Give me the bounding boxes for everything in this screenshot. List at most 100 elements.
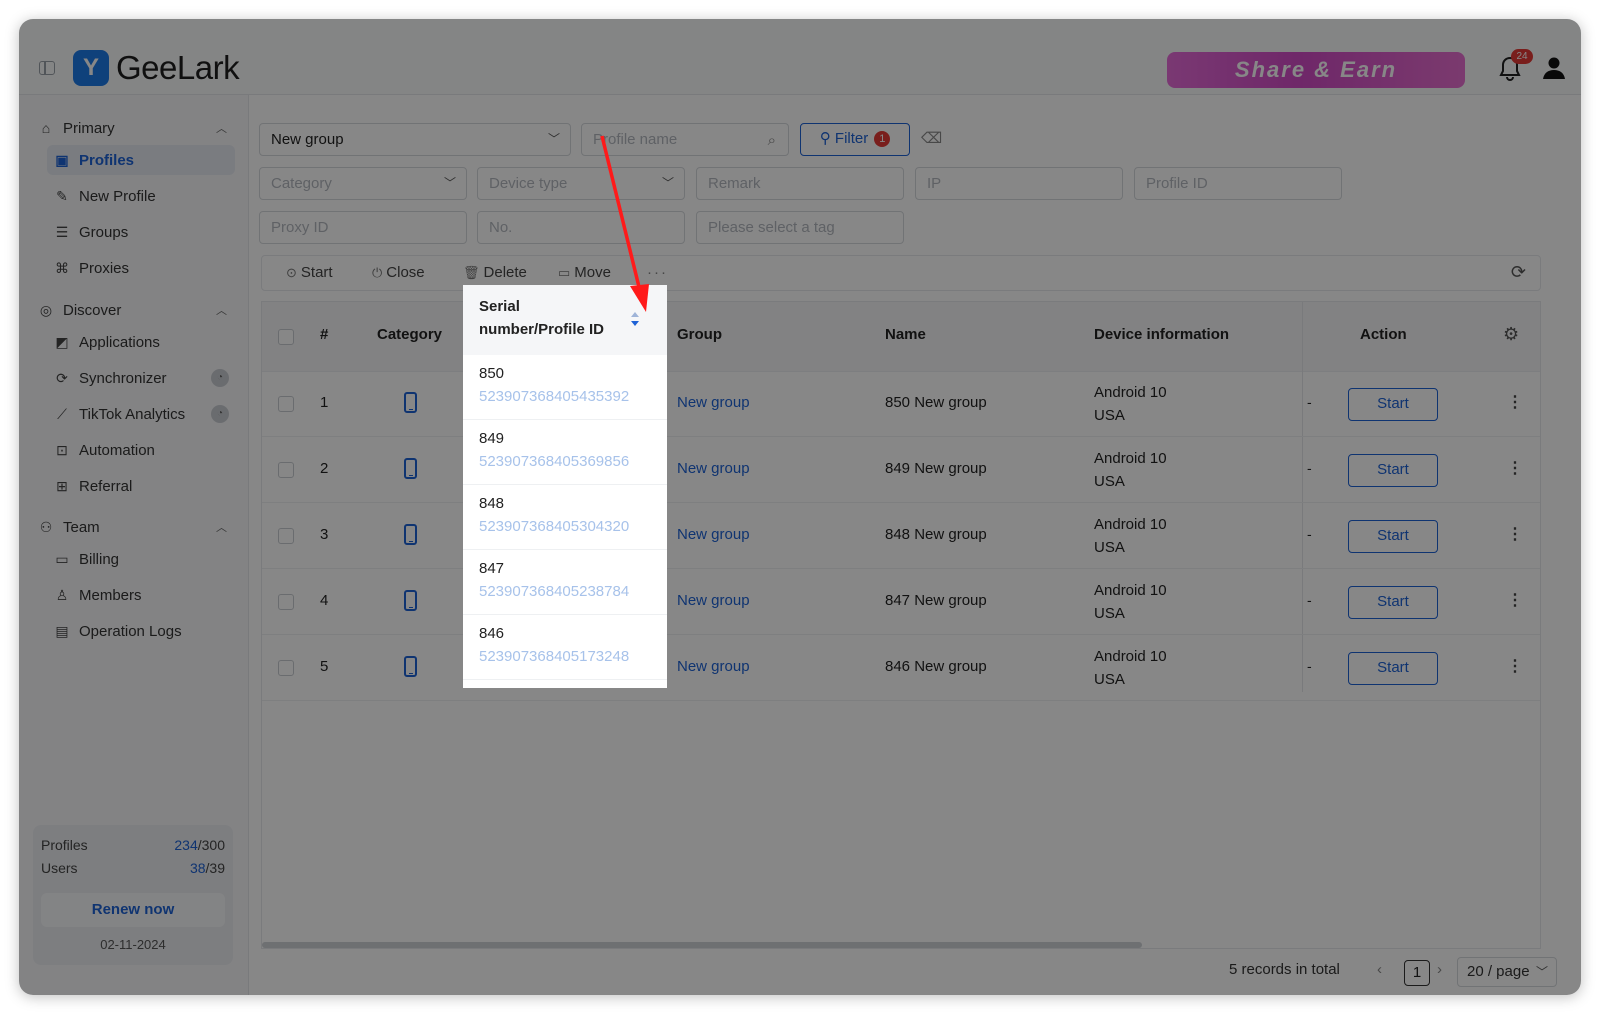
batch-close-button[interactable]: ⏻ Close: [372, 264, 425, 281]
sidebar-item-groups[interactable]: ☰ Groups: [47, 217, 235, 247]
profile-name-search-input[interactable]: Profile name ⌕: [581, 123, 789, 156]
phone-icon: [404, 590, 417, 611]
row-extra: -: [1307, 394, 1312, 410]
table-row[interactable]: 3 New group 848 New group Android 10 USA - Sta…: [262, 504, 1540, 569]
row-index: 5: [320, 658, 329, 675]
sidebar-item-synchronizer[interactable]: ⟳ Synchronizer ◔: [47, 363, 235, 393]
row-more-icon[interactable]: ⋮: [1507, 524, 1523, 544]
profile-id[interactable]: 523907368405435392: [479, 388, 629, 405]
row-group[interactable]: New group: [677, 592, 750, 609]
row-checkbox[interactable]: [278, 396, 294, 412]
current-page[interactable]: 1: [1404, 960, 1430, 986]
profile-id[interactable]: 523907368405238784: [479, 583, 629, 600]
proxy-id-input[interactable]: Proxy ID: [259, 211, 467, 244]
row-checkbox[interactable]: [278, 462, 294, 478]
phone-icon: [404, 656, 417, 677]
clear-filter-icon[interactable]: ⌫: [921, 129, 942, 147]
share-and-earn-banner[interactable]: Share & Earn: [1167, 52, 1465, 88]
device-region: USA: [1094, 605, 1125, 622]
sidebar-toggle-icon[interactable]: [39, 61, 55, 75]
page-size-select[interactable]: 20 / page ﹀: [1457, 957, 1557, 987]
remark-input[interactable]: Remark: [696, 167, 904, 200]
group-select[interactable]: New group ﹀: [259, 123, 571, 156]
row-checkbox[interactable]: [278, 594, 294, 610]
row-device-info: Android 10 USA: [1094, 381, 1167, 427]
refresh-icon[interactable]: ⟳: [1511, 262, 1526, 283]
select-all-checkbox[interactable]: [278, 329, 294, 345]
batch-move-button[interactable]: ▭ Move: [558, 264, 611, 281]
prev-page-icon[interactable]: ‹: [1377, 961, 1382, 978]
sidebar-item-profiles[interactable]: ▣ Profiles: [47, 145, 235, 175]
ip-input[interactable]: IP: [915, 167, 1123, 200]
sidebar-section-discover[interactable]: ◎ Discover ︿: [37, 298, 227, 322]
chevron-down-icon: ﹀: [547, 132, 560, 146]
input-placeholder: Proxy ID: [271, 219, 329, 236]
chart-icon: ⟋: [57, 405, 67, 422]
row-group[interactable]: New group: [677, 394, 750, 411]
batch-action-toolbar: ⊙ Start ⏻ Close 🗑 Delete ▭ Move ··· ⟳: [261, 255, 1541, 291]
row-more-icon[interactable]: ⋮: [1507, 458, 1523, 478]
number-input[interactable]: No.: [477, 211, 685, 244]
sidebar-item-referral[interactable]: ⊞ Referral: [47, 471, 235, 501]
profile-id[interactable]: 523907368405304320: [479, 518, 629, 535]
user-avatar-icon[interactable]: [1539, 53, 1569, 83]
users-quota: Users 38/39: [41, 860, 225, 876]
next-page-icon[interactable]: ›: [1437, 961, 1442, 978]
row-more-icon[interactable]: ⋮: [1507, 590, 1523, 610]
tag-select[interactable]: Please select a tag: [696, 211, 904, 244]
row-group[interactable]: New group: [677, 460, 750, 477]
row-start-button[interactable]: Start: [1348, 586, 1438, 619]
input-placeholder: Category: [271, 175, 332, 192]
sidebar-item-members[interactable]: ♙ Members: [47, 580, 235, 610]
filter-button[interactable]: ⚲ Filter 1: [800, 123, 910, 156]
device-region: USA: [1094, 473, 1125, 490]
chevron-up-icon: ︿: [216, 123, 227, 135]
row-checkbox[interactable]: [278, 528, 294, 544]
row-more-icon[interactable]: ⋮: [1507, 392, 1523, 412]
table-row[interactable]: 4 New group 847 New group Android 10 USA - Sta…: [262, 570, 1540, 635]
sidebar-item-proxies[interactable]: ⌘ Proxies: [47, 253, 235, 283]
filter-label: Filter: [834, 130, 869, 147]
button-label: Delete: [483, 264, 527, 281]
more-actions-button[interactable]: ···: [647, 264, 668, 281]
header-serial[interactable]: Serial number/Profile ID: [463, 285, 667, 355]
sidebar-item-automation[interactable]: ⊡ Automation: [47, 435, 235, 465]
renew-now-button[interactable]: Renew now: [41, 893, 225, 927]
batch-start-button[interactable]: ⊙ Start: [286, 264, 333, 281]
sidebar-section-primary[interactable]: ⌂ Primary ︿: [37, 116, 227, 140]
input-placeholder: Profile name: [593, 131, 678, 148]
row-start-button[interactable]: Start: [1348, 520, 1438, 553]
table-row[interactable]: 2 New group 849 New group Android 10 USA - Sta…: [262, 438, 1540, 503]
row-more-icon[interactable]: ⋮: [1507, 656, 1523, 676]
device-type-select[interactable]: Device type ﹀: [477, 167, 685, 200]
profile-id[interactable]: 523907368405369856: [479, 453, 629, 470]
sidebar-item-new-profile[interactable]: ✎ New Profile: [47, 181, 235, 211]
batch-delete-button[interactable]: 🗑 Delete: [463, 264, 527, 281]
row-start-button[interactable]: Start: [1348, 454, 1438, 487]
sidebar-item-operation-logs[interactable]: ▤ Operation Logs: [47, 616, 235, 646]
column-settings-gear-icon[interactable]: ⚙: [1503, 324, 1519, 345]
profile-id-input[interactable]: Profile ID: [1134, 167, 1342, 200]
sort-icon[interactable]: [630, 311, 640, 327]
row-group[interactable]: New group: [677, 658, 750, 675]
sidebar-item-label: Proxies: [79, 259, 130, 277]
row-start-button[interactable]: Start: [1348, 652, 1438, 685]
play-icon: ⊙: [286, 265, 297, 280]
filter-count-badge: 1: [874, 131, 891, 147]
sidebar-item-tiktok-analytics[interactable]: ⟋ TikTok Analytics ◔: [47, 399, 235, 429]
horizontal-scrollbar[interactable]: [262, 942, 1142, 948]
sidebar-item-applications[interactable]: ◩ Applications: [47, 327, 235, 357]
sidebar-section-team[interactable]: ⚇ Team ︿: [37, 515, 227, 539]
table-row[interactable]: 5 New group 846 New group Android 10 USA - Sta…: [262, 636, 1540, 701]
group-select-value: New group: [271, 131, 344, 148]
table-row[interactable]: 1 New group 850 New group Android 10 USA - Sta…: [262, 372, 1540, 437]
row-checkbox[interactable]: [278, 660, 294, 676]
input-placeholder: IP: [927, 175, 942, 192]
folder-icon: ▭: [558, 265, 571, 280]
category-select[interactable]: Category ﹀: [259, 167, 467, 200]
row-group[interactable]: New group: [677, 526, 750, 543]
row-start-button[interactable]: Start: [1348, 388, 1438, 421]
sidebar-item-billing[interactable]: ▭ Billing: [47, 544, 235, 574]
header-name: Name: [885, 326, 926, 343]
profile-id[interactable]: 523907368405173248: [479, 648, 629, 665]
